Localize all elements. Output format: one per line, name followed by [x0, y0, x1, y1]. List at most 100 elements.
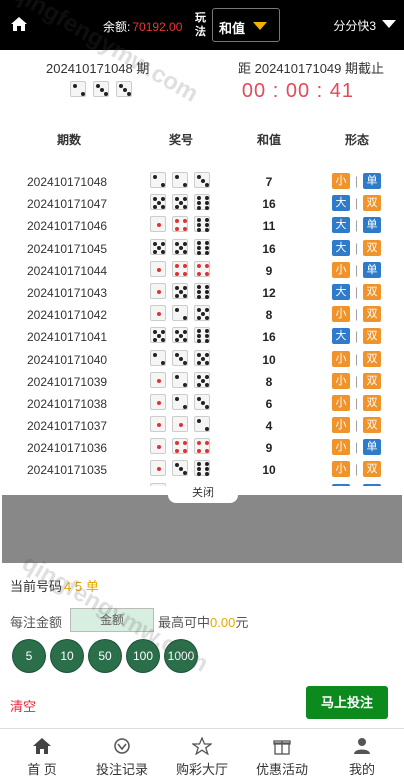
die-face	[172, 260, 188, 277]
submit-bet-button[interactable]: 马上投注	[306, 686, 388, 719]
die-face	[150, 416, 166, 433]
separator: |	[354, 262, 359, 277]
row-sum: 4	[265, 419, 273, 434]
size-badge: 小	[332, 350, 350, 367]
nav-promotions[interactable]: 优惠活动	[242, 737, 322, 778]
die-face	[194, 349, 210, 366]
history-row: 202410171035 10 小 | 双	[0, 458, 404, 480]
col-pattern: 形态	[345, 133, 370, 147]
parity-badge: 双	[363, 195, 381, 212]
row-dice	[150, 416, 210, 433]
row-pattern: 小 | 双	[332, 372, 381, 389]
die-face	[150, 194, 166, 211]
parity-badge: 单	[363, 261, 381, 278]
die-face	[194, 416, 210, 433]
chip-10[interactable]: 10	[51, 640, 83, 672]
row-sum: 9	[265, 263, 273, 278]
nav-home-label: 首 页	[27, 762, 57, 777]
die-face	[93, 81, 109, 97]
row-pattern: 大|单	[332, 217, 381, 234]
die-face	[150, 327, 166, 344]
row-pattern: 大|单	[332, 483, 381, 486]
nav-lottery-hall-label: 购彩大厅	[175, 762, 228, 777]
die-face	[150, 238, 166, 255]
game-select[interactable]: 分分快3	[333, 17, 376, 34]
die-face	[194, 327, 210, 344]
chevron-down-icon[interactable]	[382, 20, 396, 28]
die-face	[194, 460, 210, 477]
balance: 余额: 70192.00	[103, 18, 182, 35]
history-list[interactable]: 202410171048 7 小 | 单 202410171047 16 大 | 双 2024101…	[0, 170, 404, 486]
chip-5[interactable]: 5	[13, 640, 45, 672]
row-dice	[150, 393, 210, 410]
die-face	[150, 482, 166, 486]
nav-lottery-hall[interactable]: 购彩大厅	[162, 737, 242, 778]
col-sum: 和值	[257, 133, 282, 147]
die-face	[194, 438, 210, 455]
nav-bet-record-label: 投注记录	[95, 762, 148, 777]
current-dice	[70, 81, 132, 97]
row-pattern: 大 | 双	[332, 328, 381, 345]
row-issue: 202410171042	[27, 308, 108, 323]
size-badge: 小	[332, 417, 350, 434]
row-pattern: 大 | 双	[332, 239, 381, 256]
row-sum: 7	[265, 175, 273, 189]
row-sum: 8	[265, 308, 273, 323]
chip-50[interactable]: 50	[89, 640, 121, 672]
user-icon	[354, 738, 370, 754]
separator: |	[354, 418, 359, 433]
close-button[interactable]: 关闭	[168, 483, 238, 503]
row-dice	[150, 327, 210, 344]
separator: |	[354, 395, 359, 410]
nav-home[interactable]: 首 页	[2, 737, 82, 778]
row-sum: 10	[262, 352, 276, 367]
size-badge: 小	[332, 173, 350, 189]
row-pattern: 大 | 双	[332, 283, 381, 300]
clear-button[interactable]: 清空	[10, 696, 36, 715]
parity-badge: 单	[363, 217, 381, 234]
die-face	[150, 216, 166, 233]
separator: |	[354, 284, 359, 299]
row-dice	[150, 260, 210, 277]
row-dice	[150, 305, 210, 322]
row-issue: 202410171044	[27, 263, 108, 278]
history-row: 202410171036 9 小 | 单	[0, 436, 404, 458]
row-dice	[150, 194, 210, 211]
size-badge: 大	[332, 217, 350, 234]
play-select[interactable]: 和值	[212, 8, 280, 42]
die-face	[172, 216, 188, 233]
home-icon[interactable]	[10, 16, 28, 32]
countdown-timer: 00 : 00 : 41	[241, 80, 354, 102]
row-issue: 202410171039	[27, 374, 108, 389]
row-issue: 202410171047	[27, 197, 108, 212]
die-face	[172, 438, 188, 455]
row-sum: 16	[262, 197, 276, 212]
parity-badge: 双	[363, 283, 381, 300]
row-pattern: 小 | 双	[332, 461, 381, 478]
die-face	[194, 282, 210, 299]
max-win-value: 0.00	[210, 615, 236, 630]
nav-bet-record[interactable]: 投注记录	[82, 737, 162, 778]
die-face	[194, 305, 210, 322]
size-badge: 大	[332, 328, 350, 345]
history-row: 202410171043 12 大 | 双	[0, 281, 404, 303]
nav-mine-label: 我的	[348, 762, 375, 777]
die-face	[194, 194, 210, 211]
nav-mine[interactable]: 我的	[322, 737, 402, 778]
record-icon	[114, 738, 130, 754]
die-face	[150, 393, 166, 410]
history-row: 202410171039 8 小 | 双	[0, 370, 404, 392]
row-issue: 202410171048	[27, 175, 108, 189]
separator: |	[354, 174, 359, 188]
row-issue: 202410171040	[27, 352, 108, 367]
size-badge: 小	[332, 394, 350, 411]
row-sum: 16	[262, 241, 276, 256]
play-select-value: 和值	[219, 21, 246, 36]
history-row: 202410171038 6 小 | 双	[0, 392, 404, 414]
die-face	[172, 305, 188, 322]
balance-value: 70192.00	[132, 20, 183, 34]
parity-badge: 双	[363, 461, 381, 478]
die-face	[70, 81, 86, 97]
row-issue: 202410171043	[27, 285, 108, 300]
size-badge: 小	[332, 439, 350, 456]
